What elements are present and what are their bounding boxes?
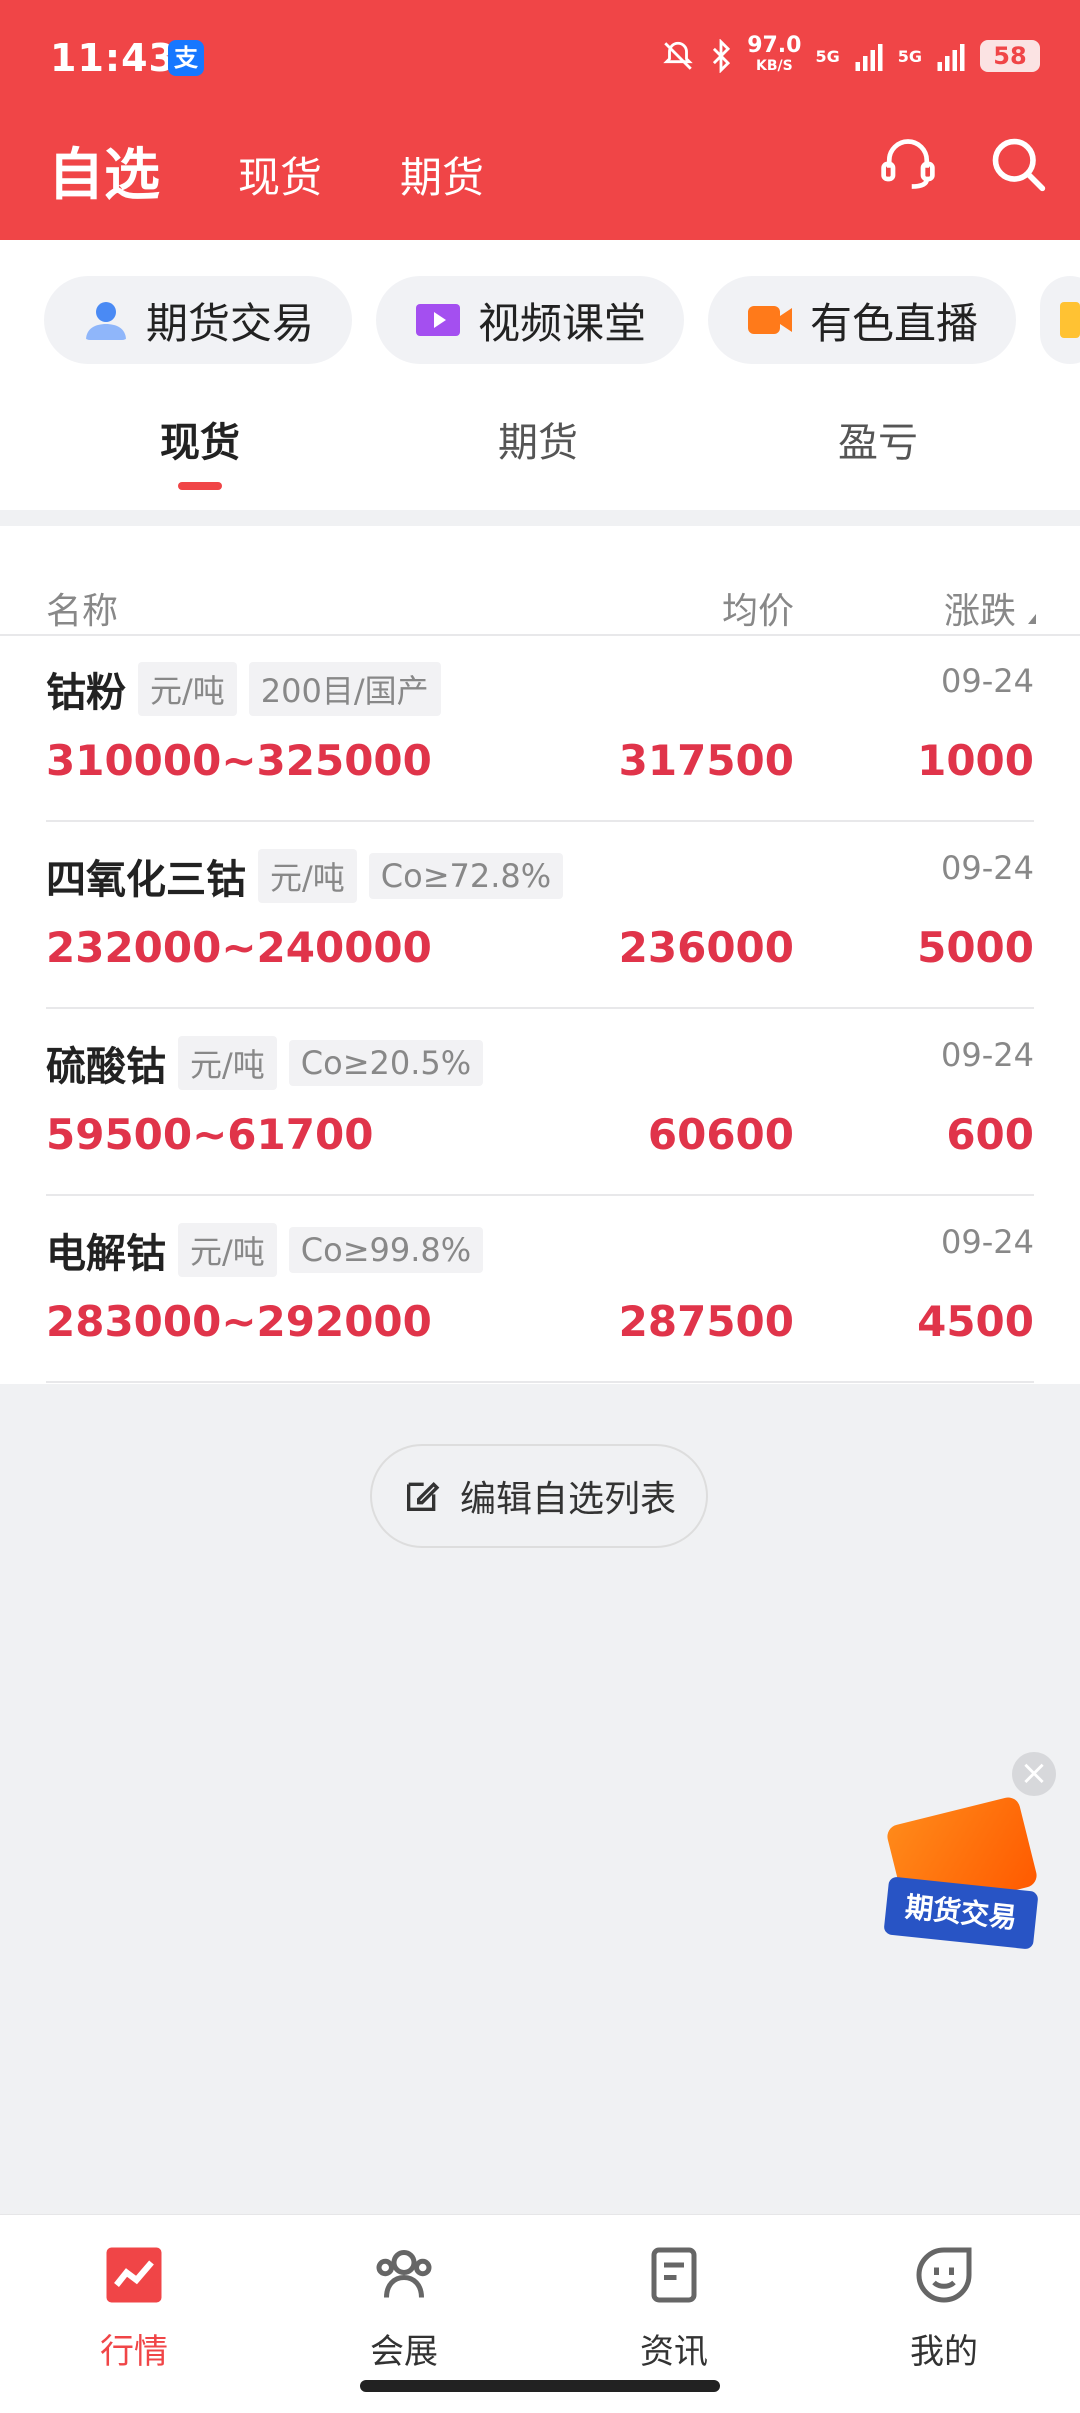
list-item[interactable]: 电解钴 元/吨 Co≥99.8% 09-24 283000~292000 287… xyxy=(0,1197,1080,1383)
home-indicator[interactable] xyxy=(360,2380,720,2392)
tab-market[interactable]: 行情 xyxy=(64,2233,204,2373)
col-avg-price: 均价 xyxy=(721,591,794,632)
people-icon xyxy=(376,2250,432,2298)
page-title[interactable]: 自选 xyxy=(48,130,160,211)
alipay-notification-icon: 支 xyxy=(168,40,204,76)
edit-watchlist-button[interactable]: 编辑自选列表 xyxy=(370,1444,708,1548)
quick-link-chips: 期货交易 视频课堂 有色直播 xyxy=(44,276,1080,364)
active-tab-indicator xyxy=(178,482,222,490)
row-separator xyxy=(46,1194,1034,1196)
item-date: 09-24 xyxy=(941,1223,1034,1261)
row-separator xyxy=(46,1381,1034,1383)
top-header: 11:43 支 97.0 KB/S 5G 5G 58 自选 现货 期货 xyxy=(0,0,1080,240)
chip-partial-icon xyxy=(1060,302,1080,338)
headset-icon[interactable] xyxy=(878,134,938,194)
header-tab-futures[interactable]: 期货 xyxy=(400,144,484,205)
search-icon[interactable] xyxy=(988,134,1048,194)
chart-icon xyxy=(106,2247,162,2303)
chip-live[interactable]: 有色直播 xyxy=(708,276,1017,364)
status-bar: 11:43 支 97.0 KB/S 5G 5G 58 xyxy=(50,33,1040,86)
row-separator xyxy=(46,1007,1034,1009)
item-name: 钴粉 xyxy=(46,670,126,716)
status-time: 11:43 xyxy=(50,36,176,80)
battery-indicator: 58 xyxy=(980,40,1040,72)
item-avg-price: 236000 xyxy=(618,923,794,972)
edit-icon xyxy=(406,1481,440,1511)
chip-label: 有色直播 xyxy=(810,298,979,348)
edit-button-label: 编辑自选列表 xyxy=(459,1479,676,1520)
list-item[interactable]: 钴粉 元/吨 200目/国产 09-24 310000~325000 31750… xyxy=(0,636,1080,822)
subtab-spot[interactable]: 现货 xyxy=(160,410,240,468)
item-change: 600 xyxy=(946,1110,1034,1159)
item-name: 硫酸钴 xyxy=(46,1044,166,1090)
video-icon xyxy=(416,304,461,336)
mute-bell-icon xyxy=(663,41,693,70)
header-tab-spot[interactable]: 现货 xyxy=(238,144,322,205)
item-spec-tag: Co≥72.8% xyxy=(368,853,564,899)
chip-futures-trading[interactable]: 期货交易 xyxy=(44,276,353,364)
item-name: 电解钴 xyxy=(46,1231,166,1277)
tab-news[interactable]: 资讯 xyxy=(604,2233,744,2373)
item-date: 09-24 xyxy=(941,849,1034,887)
signal-2-label: 5G xyxy=(897,46,922,66)
tab-label: 我的 xyxy=(910,2332,978,2372)
bluetooth-icon xyxy=(713,39,731,73)
close-ad-icon[interactable]: × xyxy=(1012,1752,1056,1796)
item-avg-price: 60600 xyxy=(647,1110,794,1159)
item-unit-tag: 元/吨 xyxy=(138,662,237,716)
signal-bars-icon xyxy=(855,44,883,71)
item-date: 09-24 xyxy=(941,662,1034,700)
item-avg-price: 287500 xyxy=(618,1297,794,1346)
item-change: 1000 xyxy=(917,736,1034,785)
profile-face-icon xyxy=(916,2247,972,2303)
subtab-pnl[interactable]: 盈亏 xyxy=(838,410,918,468)
tab-label: 资讯 xyxy=(640,2332,708,2372)
header-nav: 自选 现货 期货 xyxy=(48,130,1046,211)
item-price-range: 59500~61700 xyxy=(46,1110,374,1159)
item-spec-tag: Co≥20.5% xyxy=(288,1040,484,1086)
item-name: 四氧化三钴 xyxy=(46,857,246,903)
item-price-range: 283000~292000 xyxy=(46,1297,432,1346)
item-change: 5000 xyxy=(917,923,1034,972)
tab-mine[interactable]: 我的 xyxy=(874,2233,1014,2373)
chip-label: 视频课堂 xyxy=(478,298,647,348)
list-header: 名称 均价 涨跌 xyxy=(0,556,1080,636)
col-change[interactable]: 涨跌 xyxy=(944,582,1016,634)
quick-links-panel: 期货交易 视频课堂 有色直播 现货 期货 盈亏 xyxy=(0,240,1080,510)
col-name: 名称 xyxy=(46,591,119,632)
signal-bars-2-icon xyxy=(937,44,965,71)
item-change: 4500 xyxy=(917,1297,1034,1346)
item-unit-tag: 元/吨 xyxy=(258,849,357,903)
sub-tab-bar: 现货 期货 盈亏 xyxy=(0,410,1080,490)
sort-caret-icon[interactable] xyxy=(1028,614,1036,624)
item-spec-tag: Co≥99.8% xyxy=(288,1227,484,1273)
item-avg-price: 317500 xyxy=(618,736,794,785)
row-separator xyxy=(46,820,1034,822)
tab-label: 会展 xyxy=(370,2332,438,2372)
item-unit-tag: 元/吨 xyxy=(178,1223,277,1277)
tab-label: 行情 xyxy=(100,2332,168,2372)
futures-trading-float-ad[interactable]: 期货交易 xyxy=(880,1794,1040,1950)
status-icons: 97.0 KB/S 5G 5G 58 xyxy=(661,33,1040,76)
subtab-futures[interactable]: 期货 xyxy=(498,410,578,468)
live-camera-icon xyxy=(748,306,793,334)
chip-more-partial[interactable] xyxy=(1040,276,1080,364)
item-price-range: 232000~240000 xyxy=(46,923,432,972)
tab-exhibition[interactable]: 会展 xyxy=(334,2233,474,2373)
chip-video-class[interactable]: 视频课堂 xyxy=(376,276,685,364)
document-icon xyxy=(651,2247,697,2303)
watchlist: 名称 均价 涨跌 钴粉 元/吨 200目/国产 09-24 310000~325… xyxy=(0,526,1080,1384)
user-trade-icon xyxy=(86,302,126,340)
item-date: 09-24 xyxy=(941,1036,1034,1074)
item-spec-tag: 200目/国产 xyxy=(248,662,441,716)
network-speed: 97.0 KB/S xyxy=(747,33,802,75)
chip-label: 期货交易 xyxy=(146,298,315,348)
item-unit-tag: 元/吨 xyxy=(178,1036,277,1090)
list-item[interactable]: 硫酸钴 元/吨 Co≥20.5% 09-24 59500~61700 60600… xyxy=(0,1010,1080,1196)
signal-1-label: 5G xyxy=(815,46,840,66)
item-price-range: 310000~325000 xyxy=(46,736,432,785)
list-item[interactable]: 四氧化三钴 元/吨 Co≥72.8% 09-24 232000~240000 2… xyxy=(0,823,1080,1009)
